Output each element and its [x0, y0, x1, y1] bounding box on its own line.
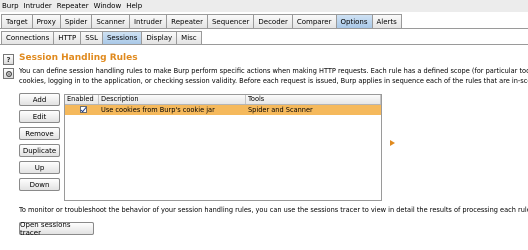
menu-window[interactable]: Window — [94, 2, 122, 10]
menu-burp[interactable]: Burp — [2, 2, 19, 10]
subtab-sessions[interactable]: Sessions — [101, 31, 143, 44]
column-header-enabled[interactable]: Enabled — [65, 95, 99, 104]
session-rules-table: Enabled Description Tools Use cookies fr… — [64, 94, 382, 201]
remove-button[interactable]: Remove — [19, 127, 60, 140]
main-tab-bar: Target Proxy Spider Scanner Intruder Rep… — [0, 13, 528, 29]
table-row[interactable]: Use cookies from Burp's cookie jar Spide… — [65, 105, 381, 115]
tab-options[interactable]: Options — [335, 14, 373, 28]
edit-button[interactable]: Edit — [19, 110, 60, 123]
up-button[interactable]: Up — [19, 161, 60, 174]
subtab-display[interactable]: Display — [141, 31, 178, 44]
add-button[interactable]: Add — [19, 93, 60, 106]
subtab-misc[interactable]: Misc — [176, 31, 202, 44]
section-title: Session Handling Rules — [19, 53, 138, 63]
settings-gear-icon[interactable] — [3, 68, 14, 79]
enabled-cell — [65, 105, 99, 115]
tracer-description: To monitor or troubleshoot the behavior … — [19, 206, 528, 214]
tab-sequencer[interactable]: Sequencer — [206, 14, 255, 28]
options-sub-tab-bar: Connections HTTP SSL Sessions Display Mi… — [0, 30, 528, 45]
subtab-connections[interactable]: Connections — [1, 31, 55, 44]
tab-comparer[interactable]: Comparer — [291, 14, 337, 28]
subtab-http[interactable]: HTTP — [53, 31, 82, 44]
expand-arrow-icon[interactable] — [390, 140, 395, 146]
column-header-description[interactable]: Description — [99, 95, 246, 104]
menu-repeater[interactable]: Repeater — [57, 2, 89, 10]
menu-bar: Burp Intruder Repeater Window Help — [0, 0, 528, 12]
tab-decoder[interactable]: Decoder — [253, 14, 293, 28]
column-header-tools[interactable]: Tools — [246, 95, 381, 104]
table-header: Enabled Description Tools — [65, 95, 381, 105]
menu-help[interactable]: Help — [126, 2, 142, 10]
tab-scanner[interactable]: Scanner — [91, 14, 130, 28]
down-button[interactable]: Down — [19, 178, 60, 191]
description-cell: Use cookies from Burp's cookie jar — [101, 106, 215, 114]
enabled-checkbox[interactable] — [80, 106, 87, 113]
tab-proxy[interactable]: Proxy — [31, 14, 61, 28]
tab-intruder[interactable]: Intruder — [128, 14, 168, 28]
menu-intruder[interactable]: Intruder — [24, 2, 52, 10]
open-sessions-tracer-button[interactable]: Open sessions tracer — [19, 221, 94, 237]
subtab-ssl[interactable]: SSL — [80, 31, 103, 44]
description-line-2: cookies, logging in to the application, … — [19, 77, 528, 85]
description-line-1: You can define session handling rules to… — [19, 67, 528, 75]
tab-repeater[interactable]: Repeater — [166, 14, 208, 28]
tab-alerts[interactable]: Alerts — [371, 14, 402, 28]
tab-spider[interactable]: Spider — [59, 14, 93, 28]
help-icon[interactable]: ? — [3, 54, 14, 65]
duplicate-button[interactable]: Duplicate — [19, 144, 60, 157]
gear-icon — [5, 70, 12, 77]
tab-target[interactable]: Target — [1, 14, 33, 28]
tools-cell: Spider and Scanner — [248, 106, 313, 114]
section-description: You can define session handling rules to… — [19, 66, 528, 86]
